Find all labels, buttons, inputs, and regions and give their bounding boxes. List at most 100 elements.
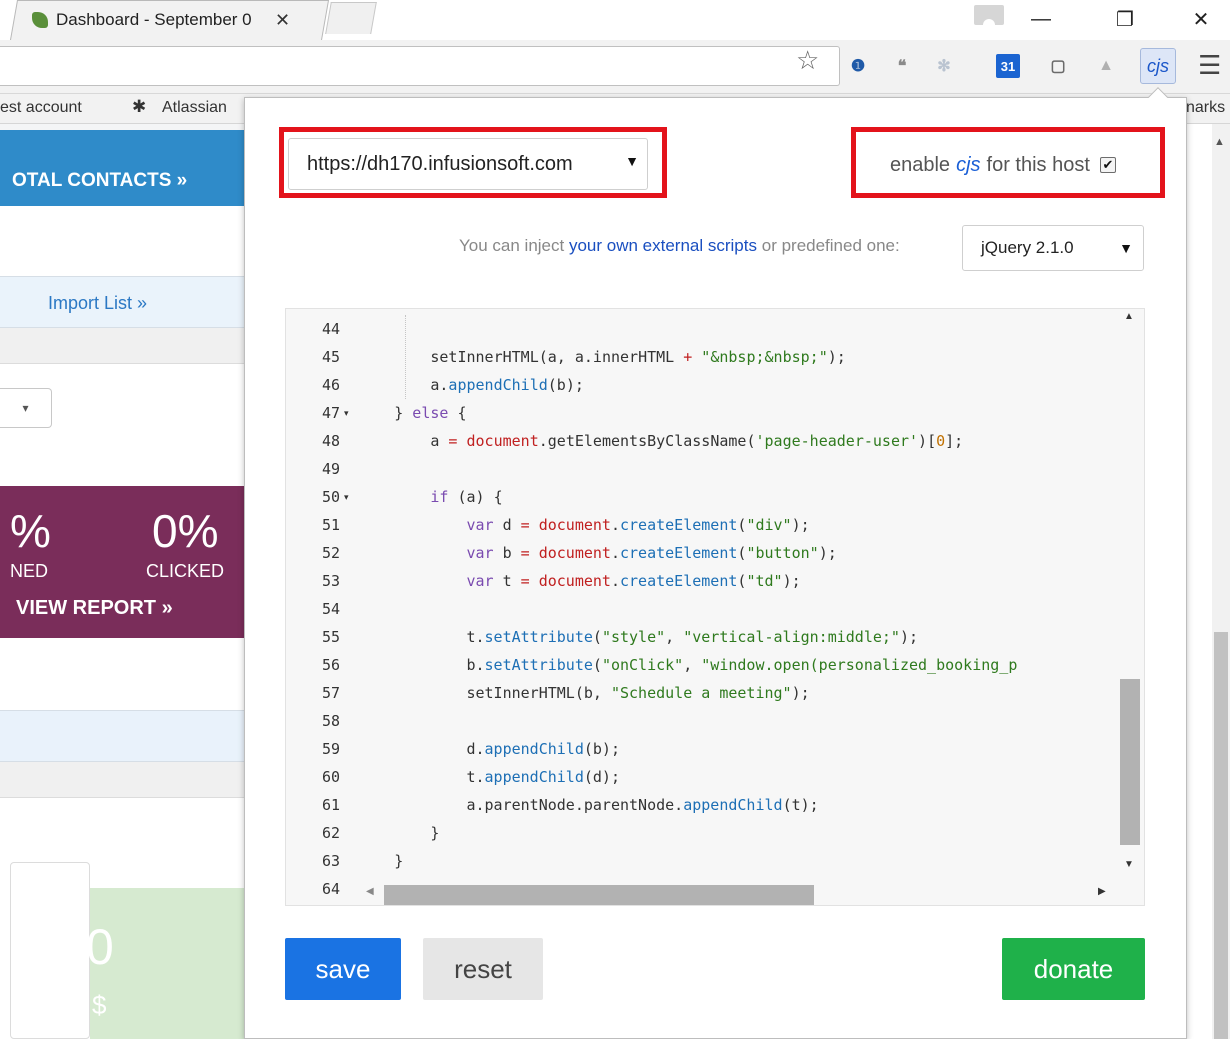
code-line: var b = document.createElement("button")…: [466, 539, 836, 567]
revenue-value: 0: [86, 919, 114, 975]
code-token: document: [538, 516, 611, 534]
code-line: var t = document.createElement("td");: [466, 567, 800, 595]
code-token: );: [899, 628, 919, 646]
code-text-area[interactable]: setInnerHTML(a, a.innerHTML + "&nbsp;&nb…: [358, 309, 1118, 883]
code-token: setInnerHTML(b,: [466, 684, 611, 702]
minimize-button[interactable]: —: [1026, 4, 1056, 34]
page-select[interactable]: ▾: [0, 388, 52, 428]
view-report-link[interactable]: VIEW REPORT »: [16, 597, 173, 620]
hangouts-icon[interactable]: ❝: [888, 52, 916, 80]
line-number: 64: [321, 880, 340, 898]
reset-button[interactable]: reset: [423, 938, 543, 1000]
fold-toggle-icon[interactable]: ▾: [344, 483, 349, 511]
code-token: );: [782, 572, 801, 590]
line-number: 54: [321, 600, 340, 618]
browser-toolbar: ☆ ❶ ❝ ✻ 31 ▢ ▲ cjs ☰: [0, 40, 1230, 94]
total-contacts-banner[interactable]: OTAL CONTACTS »: [0, 130, 245, 206]
highlight-box-enable: [851, 127, 1165, 198]
code-token: 'page-header-user': [755, 432, 919, 450]
code-line: t.setAttribute("style", "vertical-align:…: [466, 623, 918, 651]
address-bar[interactable]: [0, 46, 840, 86]
drive-icon[interactable]: ▲: [1092, 52, 1120, 80]
line-number: 49: [321, 460, 340, 478]
lastpass-icon[interactable]: ❶: [844, 52, 872, 80]
donate-button[interactable]: donate: [1002, 938, 1145, 1000]
editor-horizontal-scroll-thumb[interactable]: [384, 885, 814, 905]
code-token: );: [791, 684, 810, 702]
page-scrollbar-thumb[interactable]: [1214, 632, 1228, 1039]
code-token: .: [610, 544, 620, 562]
line-number: 57: [321, 684, 340, 702]
code-token: +: [683, 348, 693, 366]
code-token: if: [430, 488, 449, 506]
star-icon[interactable]: ☆: [796, 46, 819, 74]
scroll-right-arrow-icon[interactable]: ▶: [1098, 886, 1106, 897]
code-token: }: [394, 852, 404, 870]
code-token: (b);: [583, 740, 620, 758]
code-line: b.setAttribute("onClick", "window.open(p…: [466, 651, 1017, 679]
code-token: "button": [746, 544, 819, 562]
code-token: document: [538, 572, 611, 590]
code-token: "&nbsp;&nbsp;": [701, 348, 828, 366]
highlight-box-host: [279, 127, 667, 198]
line-number: 47: [321, 404, 340, 422]
tab-strip: Dashboard - September 0 ✕ — ❐ ✕: [0, 0, 1230, 40]
code-line: }: [430, 819, 439, 847]
save-button[interactable]: save: [285, 938, 401, 1000]
scroll-left-arrow-icon[interactable]: ◀: [366, 886, 374, 897]
close-tab-icon[interactable]: ✕: [275, 10, 290, 31]
snowflake-icon[interactable]: ✻: [930, 52, 958, 80]
scroll-up-arrow-icon[interactable]: ▲: [1124, 311, 1134, 322]
profile-button[interactable]: [974, 5, 1004, 25]
code-token: (t);: [782, 796, 819, 814]
code-token: createElement: [620, 572, 738, 590]
code-token: .getElementsByClassName(: [538, 432, 756, 450]
code-token: (: [592, 656, 602, 674]
restore-button[interactable]: ❐: [1110, 4, 1140, 34]
code-token: );: [791, 516, 810, 534]
external-scripts-link[interactable]: your own external scripts: [569, 236, 757, 255]
code-token: ,: [665, 628, 684, 646]
window-close-button[interactable]: ✕: [1186, 4, 1216, 34]
code-token: ,: [683, 656, 702, 674]
page-scroll-up-icon[interactable]: ▲: [1214, 136, 1225, 148]
line-number: 60: [321, 768, 340, 786]
square-icon[interactable]: ▢: [1044, 52, 1072, 80]
code-token: )[: [918, 432, 937, 450]
browser-tab-content[interactable]: Dashboard - September 0 ✕: [32, 7, 290, 33]
code-line: a.appendChild(b);: [430, 371, 584, 399]
person-icon: [983, 19, 995, 25]
line-number: 58: [321, 712, 340, 730]
menu-icon[interactable]: ☰: [1198, 50, 1221, 81]
editor-vertical-scroll-thumb[interactable]: [1120, 679, 1140, 845]
code-line: setInnerHTML(b, "Schedule a meeting");: [466, 679, 809, 707]
code-token: =: [520, 572, 530, 590]
code-editor[interactable]: 44 45 46 47 ▾ 48 49 50 ▾ 51 52 53 54 55 56 57 58 59 60 61 62…: [285, 308, 1145, 906]
opened-label: NED: [10, 561, 49, 581]
leaf-icon: [32, 12, 48, 28]
line-number: 51: [321, 516, 340, 534]
new-tab-button[interactable]: [325, 2, 377, 34]
line-number: 61: [321, 796, 340, 814]
bookmark-atlassian[interactable]: Atlassian: [162, 99, 227, 117]
code-token: createElement: [620, 544, 738, 562]
import-list-link[interactable]: Import List »: [48, 293, 147, 314]
indent-guide: [405, 315, 406, 399]
code-token: t.: [466, 768, 485, 786]
bookmark-test-account[interactable]: est account: [0, 99, 82, 117]
clicked-percent: 0%: [152, 505, 219, 557]
scroll-down-arrow-icon[interactable]: ▼: [1124, 859, 1134, 870]
code-token: =: [520, 516, 530, 534]
import-row: Import List »: [0, 276, 245, 328]
code-token: "vertical-align:middle;": [683, 628, 900, 646]
cjs-extension-button[interactable]: cjs: [1140, 48, 1176, 84]
bookmark-other[interactable]: narks: [1186, 99, 1225, 117]
fold-toggle-icon[interactable]: ▾: [344, 399, 349, 427]
calendar-icon[interactable]: 31: [996, 54, 1020, 78]
code-token: (b);: [547, 376, 584, 394]
library-select[interactable]: jQuery 2.1.0 ▼: [962, 225, 1144, 271]
opened-percent: %: [10, 505, 51, 557]
